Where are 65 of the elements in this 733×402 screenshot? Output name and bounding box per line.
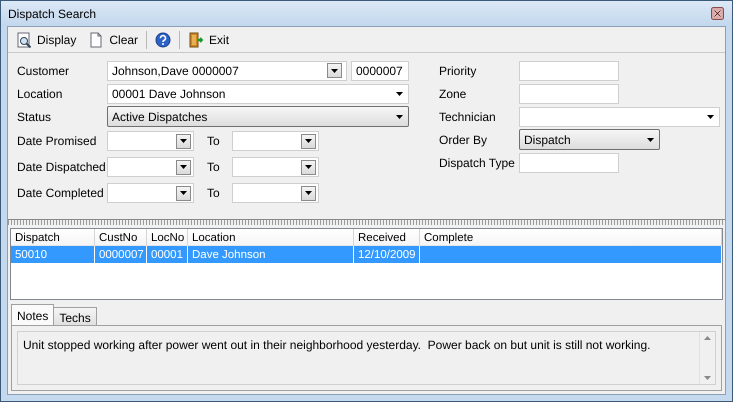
field-label: Location [17,86,64,102]
window-title: Dispatch Search [8,6,96,22]
caret-icon[interactable] [179,138,188,144]
date-field[interactable] [232,183,319,203]
combo-field[interactable]: 00001 Dave Johnson [107,84,409,104]
table-cell: 00001 [147,246,188,263]
tab[interactable]: Techs [53,307,97,325]
date-field[interactable] [107,157,194,177]
preview-icon [16,32,32,48]
door-icon [188,32,204,48]
field-label: Customer [17,62,70,80]
to-label: To [206,133,221,150]
field-label: Date Completed [17,185,105,202]
text-field[interactable] [519,84,619,104]
field-label: Date Dispatched [17,159,107,176]
toolbar-button[interactable]: Display [12,28,80,50]
splitter[interactable] [8,219,725,225]
field-label: Dispatch Type [439,154,516,172]
field-label: Zone [439,86,468,102]
field-label: Date Promised [17,133,98,150]
table-cell: 0000007 [95,246,147,263]
column-header[interactable]: Dispatch [11,229,95,246]
caret-icon[interactable] [330,68,339,74]
caret-icon[interactable] [706,114,715,120]
caret-icon[interactable] [304,164,313,170]
text-field[interactable] [519,60,619,80]
scroll-up-icon[interactable] [704,336,711,340]
date-field[interactable] [107,183,194,203]
column-header[interactable]: Location [188,229,354,246]
dropdown[interactable]: Active Dispatches [107,106,409,127]
to-label: To [206,159,221,176]
customer-code-field[interactable]: 0000007 [351,60,409,80]
column-header[interactable]: CustNo [95,229,147,246]
page-icon [88,32,104,48]
caret-icon[interactable] [395,114,404,120]
field-label: Status [17,108,52,126]
combo-field[interactable] [519,106,720,126]
tab[interactable]: Notes [11,304,54,325]
column-header[interactable]: LocNo [147,229,188,246]
column-header[interactable]: Received [354,229,420,246]
caret-icon[interactable] [179,190,188,196]
text-field[interactable] [519,152,619,172]
caret-icon[interactable] [304,190,313,196]
column-header[interactable]: Complete [420,229,722,246]
caret-icon[interactable] [646,136,655,142]
close-icon[interactable] [711,7,724,20]
caret-icon[interactable] [304,138,313,144]
caret-icon[interactable] [179,164,188,170]
scroll-down-icon[interactable] [704,376,711,380]
table-cell: Dave Johnson [188,246,354,263]
to-label: To [206,185,221,202]
caret-icon[interactable] [395,90,404,96]
date-field[interactable] [232,131,319,151]
toolbar-button[interactable]: Exit [184,28,234,50]
toolbar-button[interactable]: Clear [84,28,142,50]
dropdown[interactable]: Dispatch [519,129,660,150]
date-field[interactable] [107,131,194,151]
field-label: Order By [439,132,488,148]
table-cell: 50010 [11,246,95,263]
field-label: Priority [439,62,478,80]
field-label: Technician [439,108,497,126]
help-icon[interactable] [155,32,172,48]
date-field[interactable] [232,157,319,177]
table-cell: 12/10/2009 [354,246,420,263]
customer-field[interactable]: Johnson,Dave 0000007 [107,60,347,80]
